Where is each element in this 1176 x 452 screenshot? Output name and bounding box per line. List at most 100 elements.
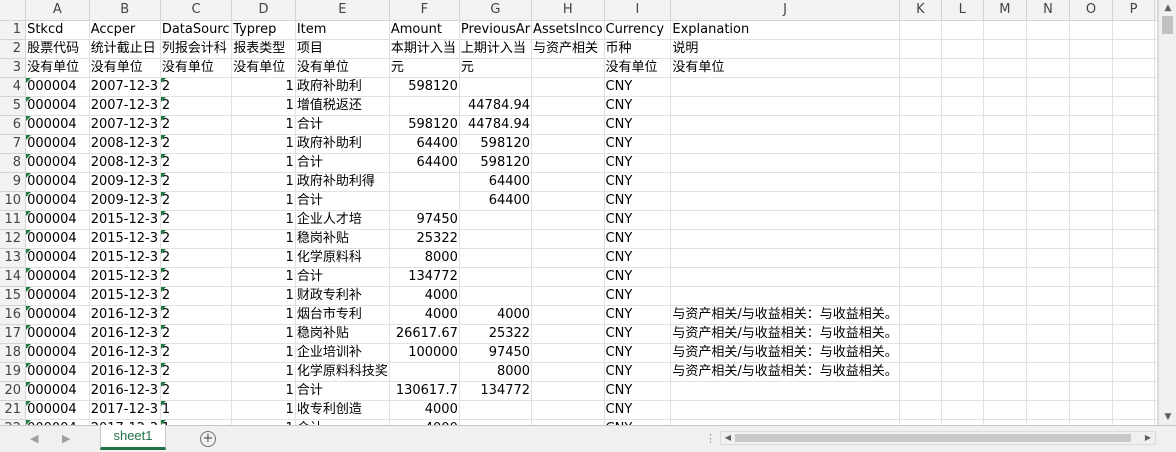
- cell-g[interactable]: 上期计入当: [459, 39, 533, 59]
- cell-c[interactable]: 1: [160, 400, 233, 420]
- cell-p[interactable]: [1112, 172, 1155, 192]
- cell-i[interactable]: 没有单位: [604, 58, 672, 78]
- cell-o[interactable]: [1069, 210, 1114, 230]
- cell-f[interactable]: 8000: [389, 248, 460, 268]
- column-header-n[interactable]: N: [1026, 0, 1070, 21]
- cell-p[interactable]: [1112, 191, 1155, 211]
- column-header-e[interactable]: E: [295, 0, 390, 21]
- cell-h[interactable]: [531, 115, 605, 135]
- cell-i[interactable]: CNY: [604, 77, 672, 97]
- cell-h[interactable]: 与资产相关: [531, 39, 605, 59]
- cell-h[interactable]: [531, 134, 605, 154]
- cell-c[interactable]: 2: [160, 343, 233, 363]
- cell-i[interactable]: CNY: [604, 362, 672, 382]
- cell-a[interactable]: 000004: [25, 229, 90, 249]
- cell-f[interactable]: 4000: [389, 400, 460, 420]
- cell-o[interactable]: [1069, 343, 1114, 363]
- cell-o[interactable]: [1069, 77, 1114, 97]
- cell-o[interactable]: [1069, 267, 1114, 287]
- cell-o[interactable]: [1069, 172, 1114, 192]
- column-header-i[interactable]: I: [604, 0, 672, 21]
- cell-n[interactable]: [1026, 400, 1070, 420]
- cell-i[interactable]: CNY: [604, 172, 672, 192]
- cell-g[interactable]: 598120: [459, 153, 533, 173]
- cell-n[interactable]: [1026, 172, 1070, 192]
- cell-p[interactable]: [1112, 286, 1155, 306]
- cell-n[interactable]: [1026, 286, 1070, 306]
- cell-n[interactable]: [1026, 96, 1070, 116]
- cell-k[interactable]: [899, 77, 943, 97]
- cell-o[interactable]: [1069, 286, 1114, 306]
- cell-m[interactable]: [983, 248, 1028, 268]
- row-header[interactable]: 18: [0, 343, 27, 363]
- cell-n[interactable]: [1026, 343, 1070, 363]
- cell-j[interactable]: [670, 229, 900, 249]
- cell-g[interactable]: 598120: [459, 134, 533, 154]
- cell-g[interactable]: [459, 77, 533, 97]
- cell-d[interactable]: 1: [231, 134, 296, 154]
- cell-p[interactable]: [1112, 77, 1155, 97]
- cell-e[interactable]: 合计: [295, 191, 390, 211]
- cell-g[interactable]: 4000: [459, 305, 533, 325]
- cell-l[interactable]: [941, 115, 984, 135]
- row-header[interactable]: 7: [0, 134, 27, 154]
- tab-scroll-left-icon[interactable]: ◀: [30, 432, 38, 445]
- cell-l[interactable]: [941, 210, 984, 230]
- cell-l[interactable]: [941, 381, 984, 401]
- cell-g[interactable]: [459, 286, 533, 306]
- row-header[interactable]: 14: [0, 267, 27, 287]
- cell-l[interactable]: [941, 96, 984, 116]
- cell-e[interactable]: 收专利创造: [295, 400, 390, 420]
- column-header-d[interactable]: D: [231, 0, 296, 21]
- cell-k[interactable]: [899, 267, 943, 287]
- cell-e[interactable]: 烟台市专利: [295, 305, 390, 325]
- cell-e[interactable]: 化学原料科: [295, 248, 390, 268]
- cell-e[interactable]: 合计: [295, 115, 390, 135]
- cell-g[interactable]: 134772: [459, 381, 533, 401]
- cell-h[interactable]: [531, 191, 605, 211]
- cell-d[interactable]: 1: [231, 286, 296, 306]
- cell-m[interactable]: [983, 210, 1028, 230]
- cell-b[interactable]: 2016-12-3: [89, 305, 161, 325]
- cell-c[interactable]: 2: [160, 153, 233, 173]
- cell-j[interactable]: [670, 134, 900, 154]
- cell-n[interactable]: [1026, 267, 1070, 287]
- cell-b[interactable]: 2016-12-3: [89, 362, 161, 382]
- row-header[interactable]: 15: [0, 286, 27, 306]
- cell-i[interactable]: 币种: [604, 39, 672, 59]
- cell-j[interactable]: [670, 96, 900, 116]
- cell-i[interactable]: CNY: [604, 305, 672, 325]
- cell-j[interactable]: [670, 77, 900, 97]
- scroll-right-icon[interactable]: ▶: [1142, 432, 1154, 444]
- cell-b[interactable]: 2009-12-3: [89, 191, 161, 211]
- cell-l[interactable]: [941, 77, 984, 97]
- cell-i[interactable]: CNY: [604, 381, 672, 401]
- row-header[interactable]: 3: [0, 58, 27, 78]
- cell-b[interactable]: 2015-12-3: [89, 229, 161, 249]
- cell-d[interactable]: 1: [231, 248, 296, 268]
- cell-l[interactable]: [941, 248, 984, 268]
- cell-o[interactable]: [1069, 96, 1114, 116]
- cell-l[interactable]: [941, 305, 984, 325]
- cell-g[interactable]: [459, 210, 533, 230]
- cell-e[interactable]: 稳岗补贴: [295, 229, 390, 249]
- cell-f[interactable]: [389, 96, 460, 116]
- cell-o[interactable]: [1069, 153, 1114, 173]
- cell-g[interactable]: [459, 400, 533, 420]
- cell-e[interactable]: 企业人才培: [295, 210, 390, 230]
- cell-k[interactable]: [899, 305, 943, 325]
- cell-b[interactable]: 2015-12-3: [89, 210, 161, 230]
- cell-a[interactable]: 000004: [25, 134, 90, 154]
- cell-h[interactable]: [531, 362, 605, 382]
- row-header[interactable]: 13: [0, 248, 27, 268]
- cell-h[interactable]: [531, 77, 605, 97]
- cell-h[interactable]: [531, 153, 605, 173]
- cell-p[interactable]: [1112, 305, 1155, 325]
- cell-d[interactable]: Typrep: [231, 20, 296, 40]
- row-header[interactable]: 12: [0, 229, 27, 249]
- cell-m[interactable]: [983, 400, 1028, 420]
- cell-o[interactable]: [1069, 229, 1114, 249]
- scroll-down-icon[interactable]: ▼: [1162, 411, 1174, 423]
- column-header-a[interactable]: A: [25, 0, 90, 21]
- row-header[interactable]: 16: [0, 305, 27, 325]
